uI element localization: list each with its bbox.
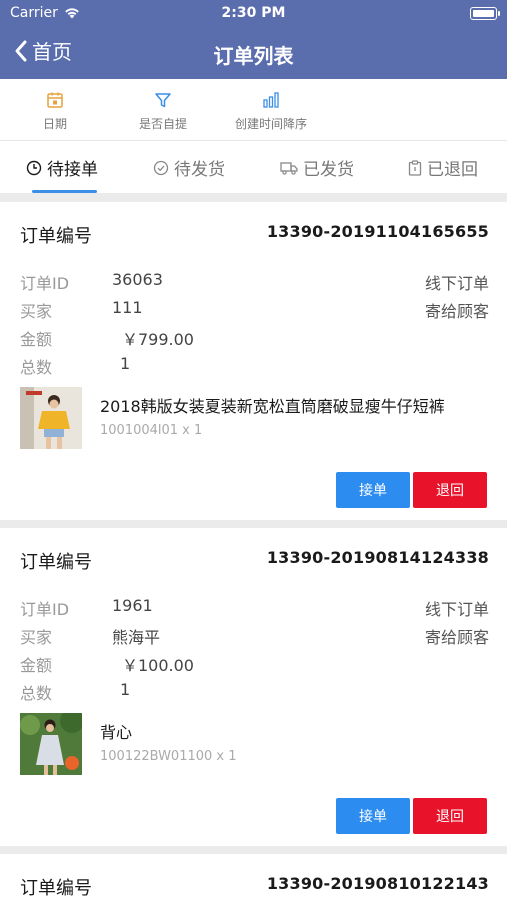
tab-label: 待发货 (174, 160, 225, 180)
count-label: 总数 (20, 684, 53, 703)
delivery-method: 寄给顾客 (424, 302, 489, 321)
order-number: 13390-20190814124338 (266, 548, 489, 567)
amount-value: ￥100.00 (122, 656, 194, 675)
filter-date[interactable]: 日期 (0, 91, 110, 132)
count-value: 1 (120, 680, 131, 699)
order-number-label: 订单编号 (20, 878, 92, 899)
order-channel: 线下订单 (424, 274, 489, 293)
delivery-method: 寄给顾客 (424, 628, 489, 647)
return-order-button[interactable]: 退回 (413, 472, 487, 508)
order-number-label: 订单编号 (20, 552, 92, 573)
accept-order-button[interactable]: 接单 (336, 472, 410, 508)
top-bar: Carrier 2:30 PM 首页 订单列表 (0, 0, 507, 79)
navigation-bar: 首页 订单列表 (0, 28, 507, 79)
product-name: 2018韩版女装夏装新宽松直筒磨破显瘦牛仔短裤 (100, 397, 445, 416)
product-name: 背心 (100, 723, 133, 742)
tab-pending-accept[interactable]: 待接单 (26, 155, 98, 180)
filter-sort-created-label: 创建时间降序 (234, 117, 307, 131)
buyer-value: 111 (112, 298, 143, 317)
product-sku: 1001004l01 x 1 (100, 423, 203, 438)
count-value: 1 (120, 354, 131, 373)
product-sku: 100122BW01100 x 1 (100, 749, 237, 764)
section-divider (0, 520, 507, 528)
order-card: 订单编号 13390-20190810122143 (0, 854, 507, 900)
filter-date-label: 日期 (42, 117, 67, 131)
section-divider (0, 846, 507, 854)
order-id-value: 1961 (112, 596, 153, 615)
page-title: 订单列表 (213, 44, 294, 68)
filter-self-pickup-label: 是否自提 (138, 117, 187, 131)
clock-icon (26, 160, 42, 175)
order-card: 订单编号 13390-20190814124338 订单ID 1961 线下订单… (0, 528, 507, 846)
bar-chart-icon (263, 92, 279, 108)
section-divider (0, 193, 507, 202)
product-thumbnail[interactable] (20, 713, 82, 775)
filter-toolbar: 日期 是否自提 创建时间降序 (0, 79, 507, 141)
accept-order-button[interactable]: 接单 (336, 798, 410, 834)
buyer-label: 买家 (20, 302, 53, 321)
calendar-icon (47, 92, 63, 108)
order-card: 订单编号 13390-20191104165655 订单ID 36063 线下订… (0, 202, 507, 520)
tab-label: 已退回 (427, 160, 478, 180)
filter-sort-created[interactable]: 创建时间降序 (216, 91, 326, 132)
battery-icon (470, 7, 500, 20)
count-label: 总数 (20, 358, 53, 377)
order-number: 13390-20191104165655 (266, 222, 489, 241)
buyer-value: 熊海平 (112, 628, 161, 647)
amount-label: 金额 (20, 330, 53, 349)
clipboard-icon (408, 159, 422, 176)
product-thumbnail[interactable] (20, 387, 82, 449)
amount-label: 金额 (20, 656, 53, 675)
buyer-label: 买家 (20, 628, 53, 647)
status-bar: Carrier 2:30 PM (0, 0, 507, 28)
truck-icon (280, 161, 298, 175)
order-channel: 线下订单 (424, 600, 489, 619)
tab-returned[interactable]: 已退回 (408, 155, 478, 180)
order-number-label: 订单编号 (20, 226, 92, 247)
order-id-label: 订单ID (20, 600, 70, 619)
amount-value: ￥799.00 (122, 330, 194, 349)
clock-time: 2:30 PM (221, 5, 286, 21)
filter-self-pickup[interactable]: 是否自提 (108, 91, 218, 132)
tab-pending-ship[interactable]: 待发货 (153, 155, 225, 180)
status-tabs: 待接单 待发货 已发货 已退回 (0, 141, 507, 193)
order-number: 13390-20190810122143 (266, 874, 489, 893)
filter-icon (155, 93, 171, 108)
order-id-label: 订单ID (20, 274, 70, 293)
return-order-button[interactable]: 退回 (413, 798, 487, 834)
tab-label: 待接单 (47, 160, 98, 180)
order-id-value: 36063 (112, 270, 163, 289)
check-circle-icon (153, 160, 169, 175)
tab-label: 已发货 (303, 160, 354, 180)
tab-shipped[interactable]: 已发货 (280, 155, 354, 180)
